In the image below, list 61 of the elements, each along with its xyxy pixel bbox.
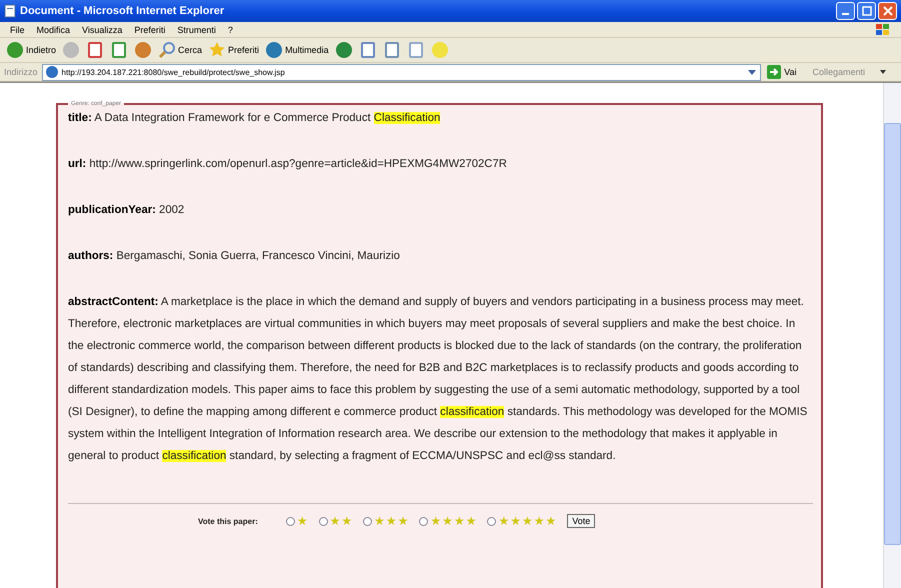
- field-text: publicationYear: 2002: [68, 203, 186, 218]
- menu-item[interactable]: Preferiti: [134, 24, 166, 34]
- windows-logo-icon: [875, 22, 891, 36]
- refresh-button[interactable]: [110, 41, 128, 59]
- menu-item[interactable]: Modifica: [36, 24, 70, 34]
- toolbar-icon: [265, 41, 284, 59]
- minimize-icon: [842, 13, 849, 15]
- vote-label: Vote this paper:: [198, 516, 258, 526]
- mail-button[interactable]: [358, 41, 377, 59]
- history-button[interactable]: [334, 41, 353, 59]
- search-icon: [158, 41, 176, 59]
- maximize-button[interactable]: [857, 2, 876, 20]
- star-label: ★★: [330, 514, 354, 528]
- field-text: abstractContent: A marketplace is the place in which the demand and supply of buyers and vendors participating in a business process may meet. Therefore, electronic marketplaces are virtual communities in which buyers may meet proposals of several suppliers and make the best choice. In the electronic commerce world, the comparison between different products is blocked due to the lack of standards (on the contrary, the proliferation of standards) describing and classifying them. Therefore, the need for B2B and B2C marketplaces is to reclassify products and goods according to different standardization models. This paper aims to face this problem by suggesting the use of a semi automatic methodology, supported by a tool (SI Designer), to define the mapping among different e commerce product classification standards. This methodology was developed for the MOMIS system within the Intelligent Integration of Information research area. We describe our extension to the methodology that makes it applyable in general to product classification standard, by selecting a fragment of ECCMA/UNSPSC and ecl@ss standard.: [68, 295, 808, 464]
- favorites-button[interactable]: Preferiti: [208, 41, 260, 59]
- field-text: url: http://www.springerlink.com/openurl.asp?genre=article&id=HPEXMG4MW2702C7R: [68, 157, 508, 172]
- search-button[interactable]: Cerca: [158, 41, 202, 59]
- toolbar-icon: [86, 41, 104, 59]
- rating-radio[interactable]: [363, 516, 372, 526]
- stop-button[interactable]: [86, 41, 104, 59]
- print-button[interactable]: [382, 41, 401, 59]
- close-button[interactable]: [878, 2, 897, 20]
- home-button[interactable]: [134, 41, 152, 59]
- back-button[interactable]: Indietro: [6, 41, 56, 59]
- window-title: Document - Microsoft Internet Explorer: [20, 5, 224, 17]
- address-label: Indirizzo: [4, 67, 38, 77]
- menu-item[interactable]: ?: [228, 24, 233, 34]
- toolbar-icon: [358, 41, 377, 59]
- menu-item[interactable]: Strumenti: [177, 24, 216, 34]
- star-label: ★★★★: [430, 514, 478, 528]
- rating-radio[interactable]: [318, 516, 328, 526]
- menu-item[interactable]: Visualizza: [82, 24, 122, 34]
- star-icon: [208, 41, 226, 59]
- chevron-icon: [879, 68, 887, 76]
- toolbar-icon: [430, 41, 449, 59]
- toolbar-icon: [6, 41, 24, 59]
- star-label: ★★★: [374, 514, 410, 528]
- close-icon: [882, 6, 892, 16]
- rating-radio[interactable]: [286, 516, 295, 526]
- toolbar-icon: [382, 41, 401, 59]
- field-text: title: A Data Integration Framework for e Commerce Product Classification: [68, 111, 442, 126]
- menu-item[interactable]: File: [10, 24, 25, 34]
- toolbar-icon: [134, 41, 152, 59]
- minimize-button[interactable]: [836, 2, 855, 20]
- vote-button[interactable]: Vote: [567, 514, 596, 528]
- edit-button[interactable]: [406, 41, 425, 59]
- toolbar-icon: [110, 41, 128, 59]
- star-label: ★★★★★: [498, 514, 558, 528]
- page-icon: [44, 65, 59, 79]
- go-button[interactable]: Vai: [765, 65, 798, 79]
- toolbar-icon: [406, 41, 425, 59]
- field-text: authors: Bergamaschi, Sonia Guerra, Francesco Vincini, Maurizio: [68, 249, 401, 264]
- document-icon: [4, 4, 16, 18]
- rating-radio[interactable]: [487, 516, 496, 526]
- address-field[interactable]: http://193.204.187.221:8080/swe_rebuild/protect/swe_show.jsp: [42, 64, 762, 80]
- toolbar-icon: [62, 41, 80, 59]
- toolbar-icon: [334, 41, 353, 59]
- rating-radio[interactable]: [419, 516, 428, 526]
- maximize-icon: [862, 6, 872, 16]
- media-button[interactable]: Multimedia: [265, 41, 329, 59]
- star-label: ★: [296, 514, 309, 528]
